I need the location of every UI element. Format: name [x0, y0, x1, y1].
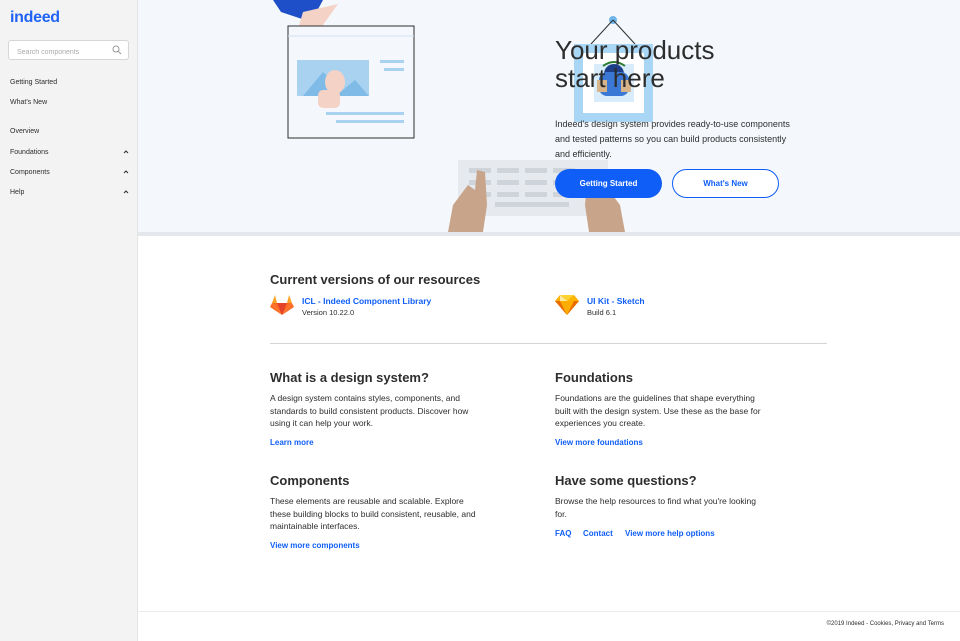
- contact-link[interactable]: Contact: [583, 529, 613, 538]
- whats-new-button[interactable]: What's New: [672, 169, 779, 198]
- getting-started-button[interactable]: Getting Started: [555, 169, 662, 198]
- design-system-text: A design system contains styles, compone…: [270, 393, 469, 428]
- foundations-text: Foundations are the guidelines that shap…: [555, 393, 761, 428]
- sidebar-item-label: Components: [10, 169, 50, 176]
- hero-description: Indeed's design system provides ready-to…: [555, 119, 790, 159]
- ui-kit-link[interactable]: UI Kit - Sketch: [587, 296, 645, 306]
- hero-divider: [138, 232, 960, 236]
- search-input[interactable]: [9, 43, 109, 62]
- sidebar-item-label: Foundations: [10, 149, 49, 156]
- learn-more-link[interactable]: Learn more: [270, 438, 314, 447]
- sidebar-item-whats-new[interactable]: What's New: [10, 99, 130, 106]
- sidebar-item-label: Help: [10, 189, 25, 196]
- view-more-components-link[interactable]: View more components: [270, 541, 360, 550]
- resources-heading: Current versions of our resources: [270, 272, 481, 287]
- sidebar-item-overview[interactable]: Overview: [10, 128, 130, 135]
- design-system-title: What is a design system?: [270, 370, 429, 385]
- questions-text: Browse the help resources to find what y…: [555, 496, 757, 519]
- sidebar-item-label: Getting Started: [10, 79, 58, 86]
- hero-title: Your products start here: [555, 36, 855, 92]
- foundations-title: Foundations: [555, 370, 633, 385]
- sidebar-item-help[interactable]: Help: [10, 189, 130, 196]
- search-box[interactable]: [8, 40, 129, 62]
- gitlab-icon: [270, 295, 294, 315]
- hero-title-line2: start here: [555, 63, 665, 93]
- view-more-foundations-link[interactable]: View more foundations: [555, 438, 643, 447]
- search-icon[interactable]: [112, 45, 122, 55]
- components-title: Components: [270, 473, 350, 488]
- sidebar-item-label: Overview: [10, 128, 40, 135]
- chevron-up-icon[interactable]: [122, 188, 130, 196]
- icl-version: Version 10.22.0: [302, 308, 355, 317]
- hero-banner: Your products start here Indeed's design…: [138, 0, 960, 232]
- footer-divider: [138, 611, 960, 612]
- sidebar-item-getting-started[interactable]: Getting Started: [10, 79, 130, 86]
- components-text: These elements are reusable and scalable…: [270, 496, 476, 531]
- view-more-help-link[interactable]: View more help options: [625, 529, 715, 538]
- hero-title-line1: Your products: [555, 35, 715, 65]
- sidebar-item-label: What's New: [10, 99, 48, 106]
- chevron-up-icon[interactable]: [122, 148, 130, 156]
- indeed-logo[interactable]: indeed: [10, 9, 60, 27]
- footer-text[interactable]: ©2019 Indeed - Cookies, Privacy and Term…: [827, 621, 944, 627]
- questions-title: Have some questions?: [555, 473, 697, 488]
- sketch-icon: [555, 295, 579, 315]
- icl-link[interactable]: ICL - Indeed Component Library: [302, 296, 431, 306]
- chevron-up-icon[interactable]: [122, 168, 130, 176]
- faq-link[interactable]: FAQ: [555, 529, 571, 538]
- sidebar-item-foundations[interactable]: Foundations: [10, 149, 130, 156]
- sidebar-item-components[interactable]: Components: [10, 169, 130, 176]
- sidebar: indeed Getting Started What's New Overvi…: [0, 0, 138, 641]
- section-divider: [270, 343, 827, 344]
- ui-kit-build: Build 6.1: [587, 308, 617, 317]
